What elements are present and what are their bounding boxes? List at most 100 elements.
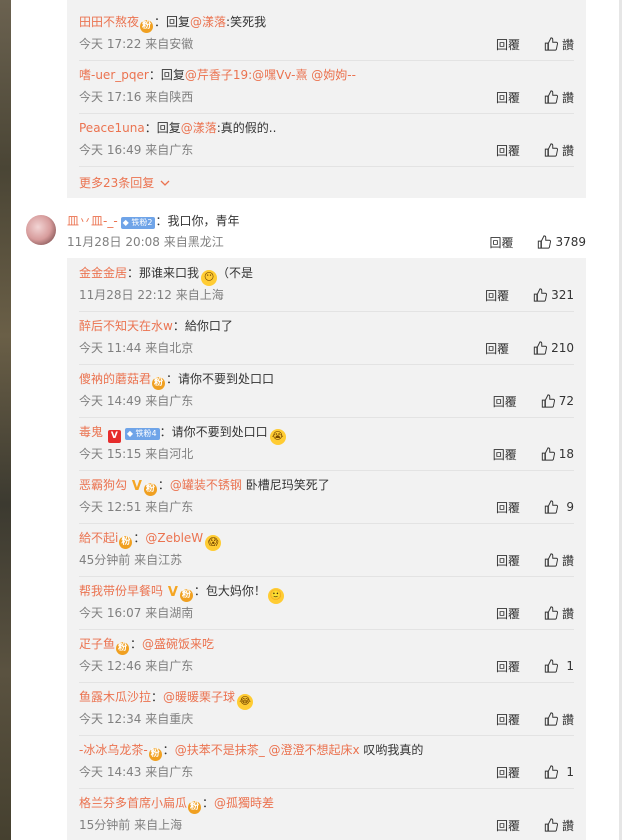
like-button[interactable]: 1 xyxy=(544,765,574,779)
mention-link[interactable]: @漾落 xyxy=(190,15,226,29)
fan-level-label: 铁粉2 xyxy=(131,218,153,227)
like-button[interactable]: 18 xyxy=(541,447,574,461)
like-button[interactable]: 9 xyxy=(544,500,574,514)
reply-username[interactable]: 金金金居 xyxy=(79,266,127,280)
mention-link[interactable]: @漾落 xyxy=(181,121,217,135)
reply-item: 醉后不知天在水w：給你口了 今天 11:44 来自北京 回覆 210 xyxy=(79,312,574,365)
emoji-icon: 🙂 xyxy=(267,588,284,604)
comment-username[interactable]: 皿丷皿-_- xyxy=(67,214,118,228)
like-button[interactable]: 1 xyxy=(544,659,574,673)
reply-text: 叹哟我真的 xyxy=(359,743,424,757)
emoji-icon: 😱 xyxy=(205,535,222,551)
reply-button[interactable]: 回覆 xyxy=(496,499,520,516)
reply-time: 今天 11:44 来自北京 xyxy=(79,341,194,355)
like-button[interactable]: 3789 xyxy=(537,235,586,249)
reply-item: 格兰芬多首席小扁瓜粉：@孤獨時差 15分钟前 来自上海 回覆 讚 xyxy=(79,789,574,840)
reply-username[interactable]: 帮我带份早餐吗 xyxy=(79,584,163,598)
reply-username[interactable]: Peace1una xyxy=(79,121,145,135)
like-button[interactable]: 讚 xyxy=(544,552,574,569)
like-button[interactable]: 讚 xyxy=(544,89,574,106)
like-button[interactable]: 讚 xyxy=(544,711,574,728)
mention-link[interactable]: @暖暖栗子球 xyxy=(163,690,235,704)
background-strip xyxy=(0,0,11,840)
comment-time: 11月28日 20:08 来自黑龙江 xyxy=(67,235,224,249)
like-button[interactable]: 321 xyxy=(533,288,574,302)
reply-text: 卧槽尼玛笑死了 xyxy=(241,478,330,492)
mention-link[interactable]: @盛碗饭来吃 xyxy=(142,637,214,651)
reply-actions: 回覆 210 xyxy=(485,340,574,356)
fan-level-label: 铁粉4 xyxy=(135,429,157,438)
reply-button[interactable]: 回覆 xyxy=(489,234,513,251)
mention-link[interactable]: @ZebleW xyxy=(145,531,203,545)
reply-button[interactable]: 回覆 xyxy=(496,605,520,622)
reply-actions: 回覆 讚 xyxy=(496,89,574,105)
verified-gold-icon: V xyxy=(167,585,178,600)
mention-link[interactable]: @罐装不锈钢 xyxy=(170,478,242,492)
reply-actions: 回覆 1 xyxy=(496,658,574,674)
reply-button[interactable]: 回覆 xyxy=(496,142,520,159)
top-comment: 皿丷皿-_- ◆ 铁粉2 ：我口你，青年 11月28日 20:08 来自黑龙江 回覆… xyxy=(26,206,586,256)
reply-username[interactable]: -冰冰乌龙茶- xyxy=(79,743,148,757)
reply-actions: 回覆 讚 xyxy=(496,605,574,621)
reply-actions: 回覆 1 xyxy=(496,764,574,780)
reply-button[interactable]: 回覆 xyxy=(493,446,517,463)
reply-username[interactable]: 田田不熬夜 xyxy=(79,15,139,29)
thumbs-up-icon xyxy=(544,606,558,620)
reply-item: 毒鬼 V ◆ 铁粉4 ：请你不要到处口口 😭 今天 15:15 来自河北 回覆 18 xyxy=(79,418,574,471)
reply-username[interactable]: 恶霸狗勾 xyxy=(79,478,127,492)
like-button[interactable]: 210 xyxy=(533,341,574,355)
reply-button[interactable]: 回覆 xyxy=(485,340,509,357)
reply-username[interactable]: 嗜-uer_pqer xyxy=(79,68,149,82)
reply-button[interactable]: 回覆 xyxy=(496,36,520,53)
like-count: 210 xyxy=(551,341,574,355)
reply-username[interactable]: 鱼露木瓜沙拉 xyxy=(79,690,151,704)
reply-username[interactable]: 格兰芬多首席小扁瓜 xyxy=(79,796,187,810)
reply-prefix: ： xyxy=(130,637,143,651)
reply-button[interactable]: 回覆 xyxy=(496,764,520,781)
reply-username[interactable]: 傻衲的蘑菇君 xyxy=(79,372,151,386)
fan-badge-icon: 粉 xyxy=(140,20,154,33)
like-button[interactable]: 72 xyxy=(541,394,574,408)
reply-text: 请你不要到处口口 xyxy=(178,372,275,386)
mention-link[interactable]: @扶苯不是抹茶_ @澄澄不想起床x xyxy=(175,743,360,757)
reply-username[interactable]: 疋子鱼 xyxy=(79,637,115,651)
reply-item: 給不起i 粉：@ZebleW 😱 45分钟前 来自江苏 回覆 讚 xyxy=(79,524,574,577)
fan-badge-icon: 粉 xyxy=(143,483,157,496)
reply-button[interactable]: 回覆 xyxy=(493,393,517,410)
more-replies-label: 更多23条回复 xyxy=(79,176,155,190)
reply-button[interactable]: 回覆 xyxy=(496,711,520,728)
mention-link[interactable]: @芹香子19:@嘿Vv-熹 @姁姁-- xyxy=(185,68,356,82)
reply-button[interactable]: 回覆 xyxy=(496,817,520,834)
reply-button[interactable]: 回覆 xyxy=(496,89,520,106)
like-count: 9 xyxy=(566,500,574,514)
emoji-icon: 😂 xyxy=(237,694,254,710)
mention-link[interactable]: @孤獨時差 xyxy=(214,796,274,810)
like-count: 讚 xyxy=(561,553,574,568)
like-button[interactable]: 讚 xyxy=(544,605,574,622)
reply-actions: 回覆 讚 xyxy=(496,552,574,568)
avatar[interactable] xyxy=(26,215,56,245)
reply-button[interactable]: 回覆 xyxy=(496,658,520,675)
comment-actions: 回覆 3789 xyxy=(489,234,586,250)
reply-text: :笑死我 xyxy=(226,15,267,29)
reply-button[interactable]: 回覆 xyxy=(496,552,520,569)
reply-username[interactable]: 醉后不知天在水w xyxy=(79,319,173,333)
like-button[interactable]: 讚 xyxy=(544,142,574,159)
reply-text-tail: （不是 xyxy=(217,266,254,280)
reply-username[interactable]: 毒鬼 xyxy=(79,425,103,439)
thumbs-up-icon xyxy=(533,341,548,355)
thumbs-up-icon xyxy=(541,394,555,408)
reply-time: 15分钟前 来自上海 xyxy=(79,818,183,832)
more-replies-link[interactable]: 更多23条回复 xyxy=(79,174,170,191)
reply-item: 嗜-uer_pqer：回复@芹香子19:@嘿Vv-熹 @姁姁-- 今天 17:1… xyxy=(79,61,574,114)
like-button[interactable]: 讚 xyxy=(544,817,574,834)
emoji-icon: 😶 xyxy=(201,270,218,286)
reply-button[interactable]: 回覆 xyxy=(485,287,509,304)
reply-time: 11月28日 22:12 来自上海 xyxy=(79,288,224,302)
reply-time: 今天 12:34 来自重庆 xyxy=(79,712,194,726)
divider xyxy=(79,166,574,167)
reply-prefix: ： xyxy=(127,266,140,280)
like-button[interactable]: 讚 xyxy=(544,36,574,53)
reply-item: 傻衲的蘑菇君粉：请你不要到处口口 今天 14:49 来自广东 回覆 72 xyxy=(79,365,574,418)
reply-username[interactable]: 給不起i xyxy=(79,531,118,545)
